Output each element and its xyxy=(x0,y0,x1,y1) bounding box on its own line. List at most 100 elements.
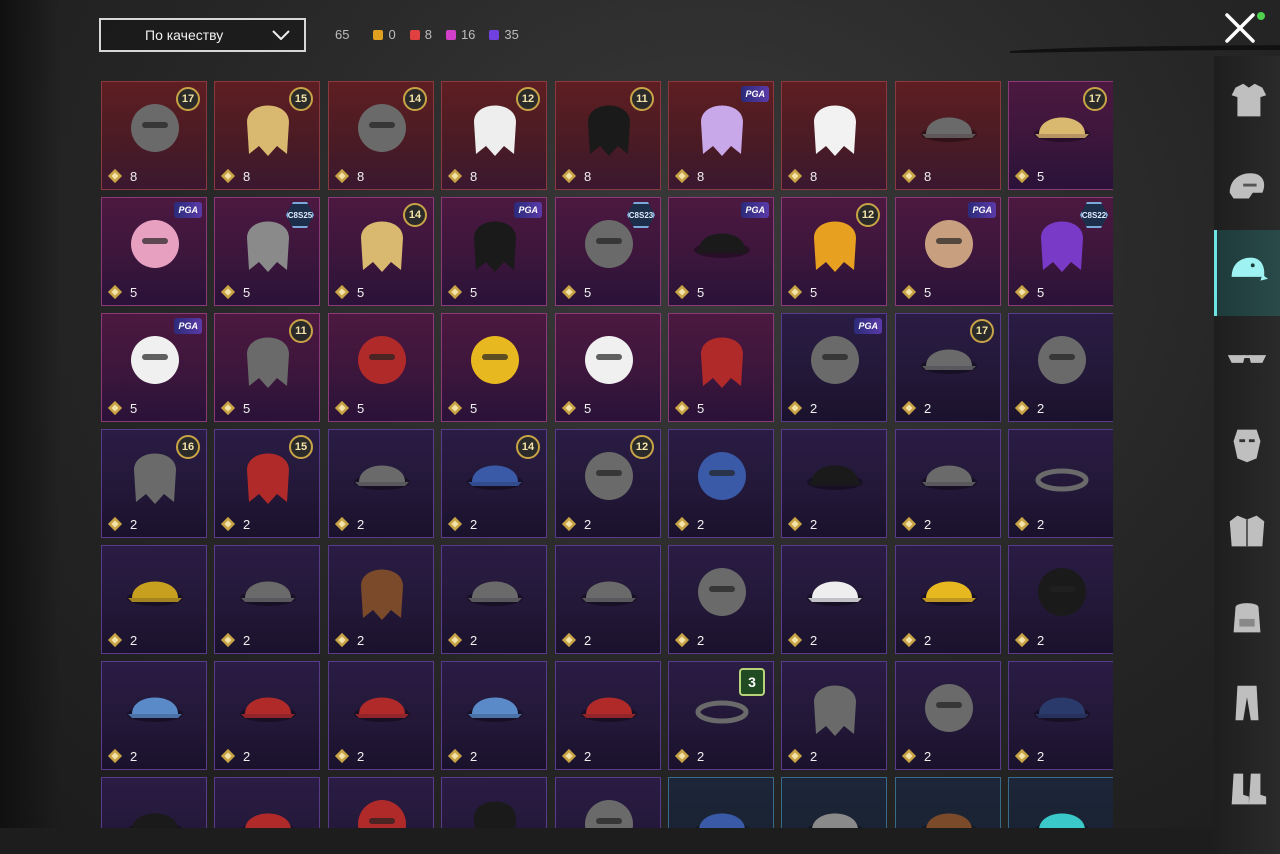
item-quantity-value: 5 xyxy=(584,284,592,300)
inventory-item[interactable]: 5 xyxy=(441,313,547,422)
black-helmet-icon xyxy=(1038,568,1086,616)
inventory-item[interactable]: 12 8 xyxy=(441,81,547,190)
inventory-item[interactable]: 14 8 xyxy=(328,81,434,190)
inventory-item[interactable] xyxy=(555,777,661,828)
inventory-item[interactable]: 2 xyxy=(1008,429,1113,538)
inventory-item[interactable]: 2 xyxy=(328,545,434,654)
craft-diamond-icon xyxy=(901,284,917,300)
pants-icon xyxy=(1235,685,1259,721)
inventory-item[interactable]: 12 2 xyxy=(555,429,661,538)
inventory-item[interactable]: 2 xyxy=(214,545,320,654)
inventory-item[interactable]: 17 8 xyxy=(101,81,207,190)
legendary-swatch xyxy=(373,29,384,40)
inventory-item[interactable]: 2 xyxy=(781,545,887,654)
inventory-item[interactable]: 11 8 xyxy=(555,81,661,190)
item-quantity: 5 xyxy=(446,283,477,301)
level-badge: 17 xyxy=(176,87,200,111)
inventory-item[interactable]: 8 xyxy=(895,81,1001,190)
inventory-item[interactable]: 2 xyxy=(101,661,207,770)
category-tab-sunglasses[interactable] xyxy=(1214,316,1280,402)
category-tab-mask[interactable] xyxy=(1214,402,1280,488)
inventory-item[interactable]: C8S23 5 xyxy=(555,197,661,306)
inventory-item[interactable]: 2 xyxy=(214,661,320,770)
inventory-item[interactable]: 14 2 xyxy=(441,429,547,538)
alpaca-mask-icon xyxy=(925,220,973,268)
sort-dropdown[interactable]: По качеству xyxy=(99,18,306,52)
inventory-item[interactable]: 2 xyxy=(1008,661,1113,770)
inventory-item[interactable] xyxy=(441,777,547,828)
inventory-item[interactable]: PGA 2 xyxy=(781,313,887,422)
item-quantity: 2 xyxy=(673,631,704,649)
inventory-item[interactable]: 5 xyxy=(555,313,661,422)
inventory-item[interactable]: PGA 5 xyxy=(895,197,1001,306)
inventory-item[interactable]: 8 xyxy=(781,81,887,190)
item-quantity-value: 2 xyxy=(584,748,592,764)
inventory-item[interactable]: 2 xyxy=(441,661,547,770)
inventory-item[interactable]: 2 xyxy=(1008,545,1113,654)
inventory-item[interactable]: 2 xyxy=(895,545,1001,654)
football-helmet-icon xyxy=(698,568,746,616)
inventory-item[interactable] xyxy=(668,777,774,828)
inventory-item[interactable]: 5 xyxy=(668,313,774,422)
inventory-item[interactable]: 15 8 xyxy=(214,81,320,190)
category-tab-shoes[interactable] xyxy=(1214,746,1280,832)
inventory-item[interactable]: 2 xyxy=(895,429,1001,538)
craft-diamond-icon xyxy=(787,516,803,532)
craft-diamond-icon xyxy=(334,748,350,764)
craft-diamond-icon xyxy=(561,516,577,532)
inventory-item[interactable] xyxy=(895,777,1001,828)
craft-diamond-icon xyxy=(787,400,803,416)
inventory-item[interactable]: 2 xyxy=(668,429,774,538)
category-tab-hat[interactable] xyxy=(1214,230,1280,316)
inventory-item[interactable]: 5 xyxy=(328,313,434,422)
inventory-item[interactable]: 15 2 xyxy=(214,429,320,538)
category-tab-outfit[interactable] xyxy=(1214,58,1280,144)
inventory-item[interactable]: PGA 5 xyxy=(101,197,207,306)
category-tab-pants[interactable] xyxy=(1214,660,1280,746)
category-tab-backpack[interactable] xyxy=(1214,574,1280,660)
inventory-item[interactable] xyxy=(101,777,207,828)
inventory-item[interactable]: 2 xyxy=(781,429,887,538)
category-tab-helmet[interactable] xyxy=(1214,144,1280,230)
inventory-item[interactable] xyxy=(328,777,434,828)
inventory-item[interactable] xyxy=(214,777,320,828)
inventory-item[interactable]: 2 xyxy=(895,661,1001,770)
inventory-item[interactable]: 11 5 xyxy=(214,313,320,422)
inventory-item[interactable]: 2 xyxy=(1008,313,1113,422)
inventory-item[interactable]: 2 xyxy=(328,661,434,770)
inventory-item[interactable]: 17 2 xyxy=(895,313,1001,422)
inventory-item[interactable]: 2 xyxy=(555,545,661,654)
craft-diamond-icon xyxy=(1014,516,1030,532)
visor-hair-icon xyxy=(354,465,410,490)
lilac-hair-icon xyxy=(701,105,743,156)
inventory-item[interactable]: 32 xyxy=(668,661,774,770)
item-quantity: 2 xyxy=(786,399,817,417)
inventory-item[interactable]: PGA 5 xyxy=(441,197,547,306)
inventory-item[interactable]: 2 xyxy=(668,545,774,654)
inventory-item[interactable]: C8S25 5 xyxy=(214,197,320,306)
inventory-item[interactable]: 2 xyxy=(101,545,207,654)
inventory-item[interactable] xyxy=(781,777,887,828)
craft-diamond-icon xyxy=(901,516,917,532)
inventory-item[interactable]: 16 2 xyxy=(101,429,207,538)
inventory-item[interactable]: 14 5 xyxy=(328,197,434,306)
item-quantity: 2 xyxy=(560,515,591,533)
grey-shark-hat-icon xyxy=(467,697,523,722)
inventory-item[interactable]: PGA 5 xyxy=(101,313,207,422)
close-icon[interactable] xyxy=(1222,10,1258,46)
inventory-item[interactable]: 2 xyxy=(555,661,661,770)
inventory-item[interactable] xyxy=(1008,777,1113,828)
inventory-item[interactable]: 2 xyxy=(441,545,547,654)
inventory-item[interactable]: 2 xyxy=(328,429,434,538)
inventory-item[interactable]: 17 5 xyxy=(1008,81,1113,190)
inventory-item[interactable]: C8S22 5 xyxy=(1008,197,1113,306)
inventory-item[interactable]: PGA 5 xyxy=(668,197,774,306)
striped-mushroom-hat-icon xyxy=(467,581,523,606)
item-quantity-value: 2 xyxy=(584,632,592,648)
inventory-item[interactable]: 2 xyxy=(781,661,887,770)
inventory-item[interactable]: 12 5 xyxy=(781,197,887,306)
yellow-bucket-hat-icon xyxy=(921,581,977,606)
inventory-item[interactable]: PGA 8 xyxy=(668,81,774,190)
item-quantity: 5 xyxy=(106,399,137,417)
category-tab-jacket[interactable] xyxy=(1214,488,1280,574)
